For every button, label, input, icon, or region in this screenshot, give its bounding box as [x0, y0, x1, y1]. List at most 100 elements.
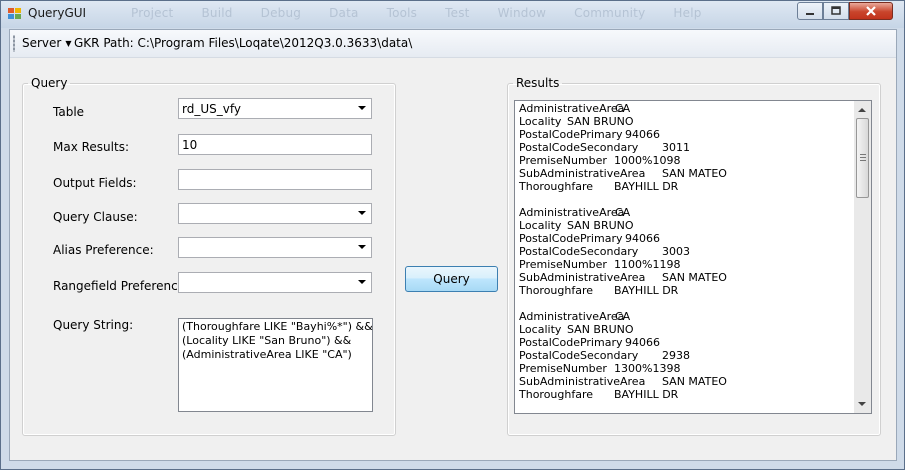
result-field-value: 3011: [662, 141, 690, 154]
result-field-key: PostalCodeSecondary: [519, 349, 639, 362]
scroll-up-icon[interactable]: [858, 108, 866, 112]
result-field-value: SAN BRUNO: [567, 323, 634, 336]
result-field-key: AdministrativeArea: [519, 310, 625, 323]
query-clause-select[interactable]: [178, 203, 372, 224]
query-button[interactable]: Query: [405, 266, 498, 292]
server-dropdown-button[interactable]: Server ▼: [22, 36, 72, 50]
results-group-title: Results: [516, 76, 560, 90]
result-field-value: 2938: [662, 349, 690, 362]
rangefield-preference-select[interactable]: [178, 272, 372, 293]
toolbar-grip-icon[interactable]: [13, 35, 15, 52]
result-field: Locality SAN BRUNO: [519, 219, 854, 232]
result-field: PostalCodeSecondary 3011: [519, 141, 854, 154]
result-field-key: SubAdministrativeArea: [519, 271, 646, 284]
output-fields-label: Output Fields:: [53, 176, 137, 190]
result-field-key: PostalCodePrimary: [519, 232, 623, 245]
close-icon: [866, 6, 876, 16]
result-field-value: BAYHILL DR: [614, 180, 679, 193]
result-record: AdministrativeAreaCA Locality SAN BRUNO Pos…: [519, 310, 854, 401]
max-results-value: 10: [182, 138, 198, 152]
result-field: Locality SAN BRUNO: [519, 115, 854, 128]
result-field: PostalCodePrimary 94066: [519, 336, 854, 349]
background-menu-item: Community: [574, 6, 646, 20]
result-field-key: Thoroughfare: [519, 180, 594, 193]
maximize-button[interactable]: [823, 2, 849, 20]
result-field-value: 94066: [625, 128, 660, 141]
result-field-key: PostalCodePrimary: [519, 336, 623, 349]
result-field-key: AdministrativeArea: [519, 206, 625, 219]
result-field-key: PostalCodeSecondary: [519, 245, 639, 258]
server-label: Server: [22, 36, 62, 50]
result-field: Thoroughfare BAYHILL DR: [519, 284, 854, 297]
background-menu-item: Debug: [260, 6, 302, 20]
result-field-value: 94066: [625, 232, 660, 245]
background-menu-item: Test: [445, 6, 470, 20]
result-field-key: PremiseNumber: [519, 154, 607, 167]
result-field-key: SubAdministrativeArea: [519, 375, 646, 388]
app-icon: [8, 8, 22, 20]
result-field-value: SAN MATEO: [662, 167, 727, 180]
result-field-value: 94066: [625, 336, 660, 349]
alias-preference-label: Alias Preference:: [53, 243, 154, 257]
result-field: Locality SAN BRUNO: [519, 323, 854, 336]
background-menu-item: Window: [497, 6, 547, 20]
query-string-textarea[interactable]: (Thoroughfare LIKE "Bayhi%*") && (Locali…: [178, 318, 373, 412]
result-field-value: SAN BRUNO: [567, 219, 634, 232]
result-field: PremiseNumber 1100%1198: [519, 258, 854, 271]
chevron-down-icon: [358, 211, 366, 215]
results-textbox[interactable]: AdministrativeAreaCA Locality SAN BRUNO Pos…: [514, 100, 872, 414]
minimize-button[interactable]: [797, 2, 823, 20]
background-menu-item: Build: [201, 6, 233, 20]
result-field-key: Locality: [519, 115, 562, 128]
scroll-thumb[interactable]: [856, 118, 869, 198]
background-menu: Project Build Debug Data Tools Test Wind…: [131, 6, 726, 20]
result-field-key: Thoroughfare: [519, 388, 594, 401]
background-menu-item: Help: [673, 6, 702, 20]
result-field-key: PremiseNumber: [519, 258, 607, 271]
query-group-title: Query: [31, 76, 68, 90]
result-field: SubAdministrativeArea SAN MATEO: [519, 271, 854, 284]
output-fields-input[interactable]: [178, 169, 372, 190]
result-field-value: BAYHILL DR: [614, 388, 679, 401]
result-field-key: SubAdministrativeArea: [519, 167, 646, 180]
result-field: SubAdministrativeArea SAN MATEO: [519, 375, 854, 388]
background-menu-item: Data: [329, 6, 359, 20]
result-field: PostalCodePrimary 94066: [519, 232, 854, 245]
result-field: AdministrativeAreaCA: [519, 310, 854, 323]
app-window: QueryGUI Project Build Debug Data Tools …: [0, 0, 905, 470]
result-field-key: PostalCodeSecondary: [519, 141, 639, 154]
result-field-key: PremiseNumber: [519, 362, 607, 375]
result-field-value: 1300%1398: [614, 362, 681, 375]
result-field: PostalCodeSecondary 2938: [519, 349, 854, 362]
gkr-path-label: GKR Path: C:\Program Files\Loqate\2012Q3…: [74, 36, 413, 50]
query-clause-label: Query Clause:: [53, 210, 138, 224]
result-field-value: 1100%1198: [614, 258, 681, 271]
rangefield-preference-label: Rangefield Preference:: [53, 279, 190, 293]
dropdown-arrow-icon: ▼: [65, 39, 72, 48]
max-results-input[interactable]: 10: [178, 134, 372, 155]
chevron-down-icon: [358, 245, 366, 249]
maximize-icon: [831, 6, 841, 15]
result-field: Thoroughfare BAYHILL DR: [519, 388, 854, 401]
result-field-key: Locality: [519, 219, 562, 232]
result-field-value: 1000%1098: [614, 154, 681, 167]
alias-preference-select[interactable]: [178, 237, 372, 258]
result-field-key: Locality: [519, 323, 562, 336]
result-field-value: SAN MATEO: [662, 375, 727, 388]
background-menu-item: Project: [131, 6, 174, 20]
close-button[interactable]: [849, 2, 893, 20]
max-results-label: Max Results:: [53, 140, 129, 154]
result-field-value: CA: [615, 310, 631, 323]
result-field-value: SAN MATEO: [662, 271, 727, 284]
result-field-key: Thoroughfare: [519, 284, 594, 297]
minimize-icon: [806, 13, 814, 15]
table-select[interactable]: rd_US_vfy: [178, 98, 372, 119]
result-field-value: BAYHILL DR: [614, 284, 679, 297]
scroll-down-icon[interactable]: [858, 402, 866, 406]
title-bar[interactable]: QueryGUI Project Build Debug Data Tools …: [1, 1, 904, 28]
result-field-value: CA: [615, 206, 631, 219]
result-field: SubAdministrativeArea SAN MATEO: [519, 167, 854, 180]
chevron-down-icon: [358, 280, 366, 284]
table-select-value: rd_US_vfy: [182, 102, 241, 116]
results-scrollbar[interactable]: [854, 101, 871, 413]
